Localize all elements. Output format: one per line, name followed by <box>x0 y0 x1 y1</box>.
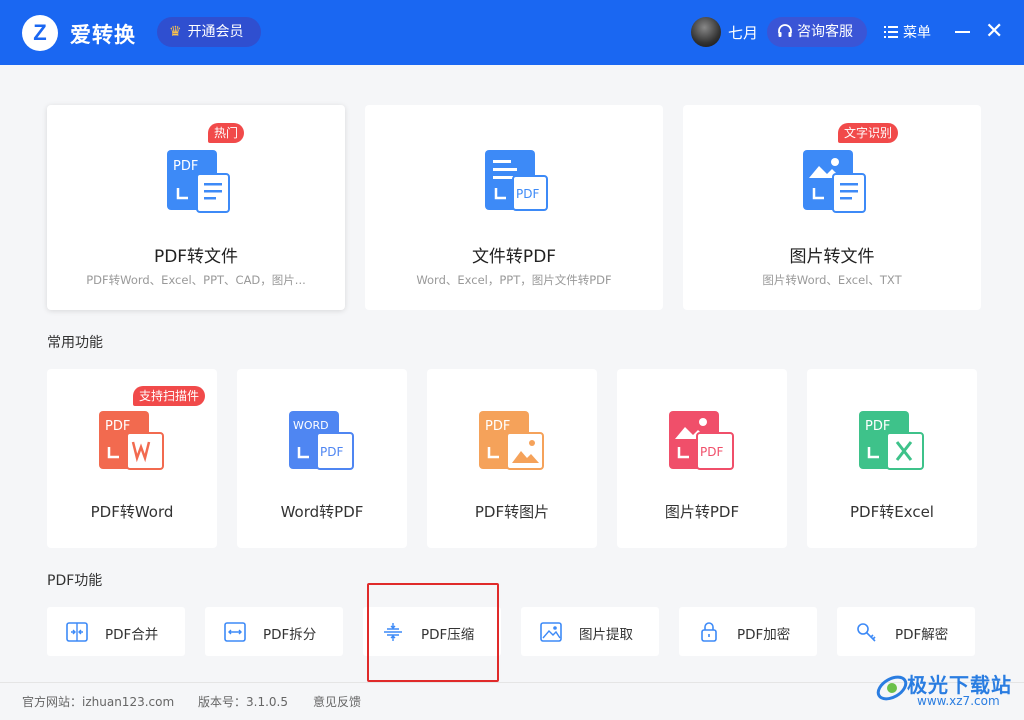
tool-label: PDF加密 <box>737 627 791 643</box>
merge-icon <box>66 622 88 642</box>
tool-label: PDF转Excel <box>850 503 934 521</box>
feedback-link[interactable]: 意见反馈 <box>313 693 361 710</box>
svg-text:PDF: PDF <box>105 419 130 434</box>
tool-label: PDF转图片 <box>474 503 550 521</box>
username[interactable]: 七月 <box>728 22 758 43</box>
pdf-to-word-icon: PDF <box>99 411 164 470</box>
vip-label: 开通会员 <box>187 24 244 40</box>
svg-text:PDF: PDF <box>865 419 890 434</box>
ocr-badge: 文字识别 <box>838 123 899 143</box>
image-to-pdf-icon: PDF <box>669 411 734 470</box>
pdf-to-excel-icon: PDF <box>859 411 924 470</box>
tool-word-to-pdf[interactable]: WORD PDF Word转PDF <box>237 369 407 548</box>
avatar[interactable] <box>691 17 721 47</box>
tool-pdf-decrypt[interactable]: PDF解密 <box>837 607 975 656</box>
tool-label: 图片转PDF <box>664 503 740 521</box>
website-link[interactable]: 官方网站：izhuan123.com <box>22 693 174 710</box>
watermark-logo-icon <box>876 675 908 701</box>
watermark: 极光下载站 www.xz7.com <box>875 665 1015 713</box>
card-title: 文件转PDF <box>471 247 557 267</box>
card-subtitle: Word、Excel，PPT，图片文件转PDF <box>416 273 612 287</box>
tool-label: PDF合并 <box>105 627 159 643</box>
svg-text:PDF: PDF <box>320 445 343 459</box>
tool-image-to-pdf[interactable]: PDF 图片转PDF <box>617 369 787 548</box>
card-subtitle: 图片转Word、Excel、TXT <box>762 273 902 287</box>
tool-pdf-split[interactable]: PDF拆分 <box>205 607 343 656</box>
pdf-to-file-icon: PDF <box>167 150 230 213</box>
app-name: 爱转换 <box>70 23 136 47</box>
menu-button[interactable]: 菜单 <box>884 22 931 42</box>
hot-badge: 热门 <box>208 123 245 143</box>
minimize-button[interactable] <box>955 31 970 33</box>
menu-icon <box>884 26 898 38</box>
vip-button[interactable]: ♛ 开通会员 <box>157 17 261 47</box>
section-title-common: 常用功能 <box>47 335 103 351</box>
split-icon <box>224 622 246 642</box>
image-to-file-icon <box>803 150 866 213</box>
svg-text:PDF: PDF <box>516 187 539 201</box>
watermark-url: www.xz7.com <box>917 694 1000 708</box>
section-title-pdf: PDF功能 <box>47 573 103 589</box>
svg-text:PDF: PDF <box>173 159 198 174</box>
card-file-to-pdf[interactable]: PDF 文件转PDF Word、Excel，PPT，图片文件转PDF <box>365 105 663 310</box>
title-bar: Z 爱转换 ♛ 开通会员 七月 咨询客服 菜单 ✕ <box>0 0 1024 65</box>
status-bar: 官方网站：izhuan123.com 版本号：3.1.0.5 意见反馈 <box>0 682 1024 720</box>
menu-label: 菜单 <box>903 25 931 41</box>
tool-label: PDF转Word <box>90 503 174 521</box>
card-pdf-to-file[interactable]: 热门 PDF PDF转文件 PDF转Word、Excel、PPT、CAD，图片.… <box>47 105 345 310</box>
card-subtitle: PDF转Word、Excel、PPT、CAD，图片... <box>86 273 306 287</box>
tool-pdf-merge[interactable]: PDF合并 <box>47 607 185 656</box>
tool-label: 图片提取 <box>579 627 633 643</box>
tool-pdf-encrypt[interactable]: PDF加密 <box>679 607 817 656</box>
card-image-to-file[interactable]: 文字识别 图片转文件 图片转Word、Excel、TXT <box>683 105 981 310</box>
highlight-box <box>367 583 499 682</box>
card-title: 图片转文件 <box>789 247 875 267</box>
tool-pdf-to-word[interactable]: 支持扫描件 PDF PDF转Word <box>47 369 217 548</box>
tool-pdf-to-excel[interactable]: PDF PDF转Excel <box>807 369 977 548</box>
tool-label: PDF拆分 <box>263 627 317 643</box>
version-label: 版本号：3.1.0.5 <box>198 695 288 709</box>
scan-badge: 支持扫描件 <box>133 386 206 406</box>
card-title: PDF转文件 <box>153 247 239 267</box>
key-icon <box>857 623 876 642</box>
tool-label: Word转PDF <box>280 503 364 521</box>
support-label: 咨询客服 <box>797 24 853 40</box>
support-button[interactable]: 咨询客服 <box>767 17 867 47</box>
tool-image-extract[interactable]: 图片提取 <box>521 607 659 656</box>
pdf-to-image-icon: PDF <box>479 411 544 470</box>
word-to-pdf-icon: WORD PDF <box>289 411 354 470</box>
file-to-pdf-icon: PDF <box>485 150 548 211</box>
headset-icon <box>778 24 792 37</box>
tool-label: PDF解密 <box>895 627 949 643</box>
svg-text:PDF: PDF <box>485 419 510 434</box>
tool-pdf-to-image[interactable]: PDF PDF转图片 <box>427 369 597 548</box>
app-logo: Z <box>22 15 58 51</box>
svg-text:WORD: WORD <box>293 419 329 432</box>
image-extract-icon <box>540 622 562 642</box>
close-button[interactable]: ✕ <box>985 21 1003 43</box>
crown-icon: ♛ <box>169 24 182 40</box>
lock-icon <box>701 622 717 642</box>
svg-text:PDF: PDF <box>700 445 723 459</box>
